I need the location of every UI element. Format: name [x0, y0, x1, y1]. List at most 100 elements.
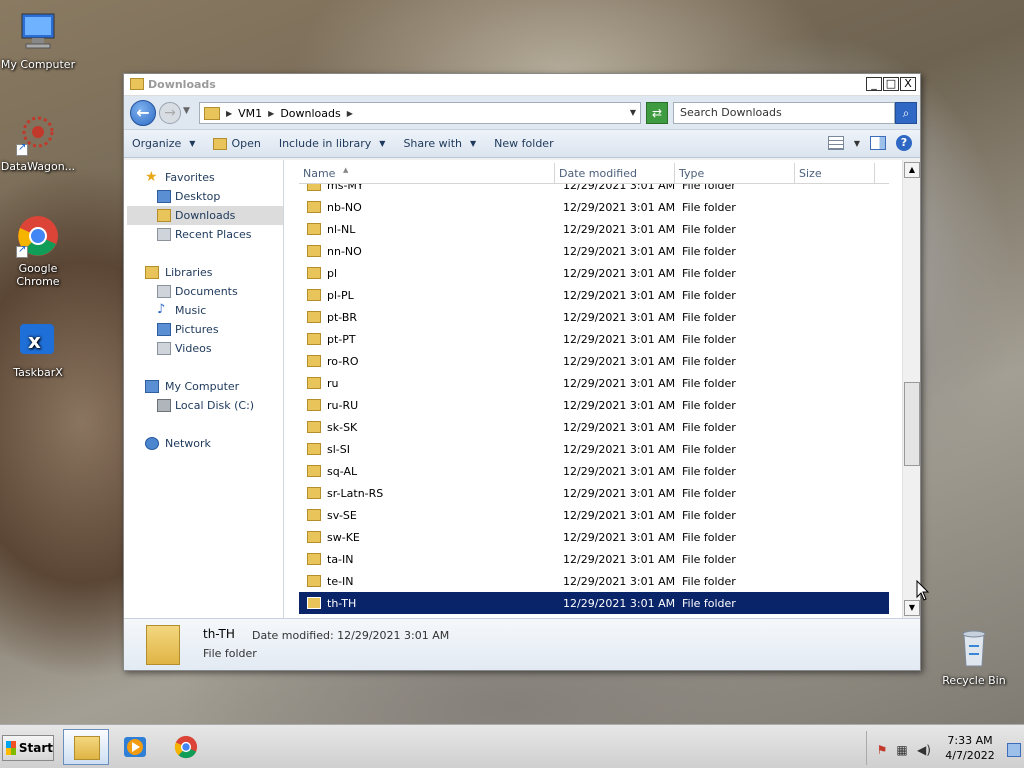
- nav-label: Recent Places: [175, 228, 252, 241]
- nav-label: My Computer: [165, 380, 240, 393]
- share-with-button[interactable]: Share with ▼: [403, 137, 476, 150]
- table-row[interactable]: ro-RO 12/29/2021 3:01 AM File folder: [299, 350, 889, 372]
- chevron-right-icon[interactable]: ▶: [268, 109, 274, 118]
- column-header-type[interactable]: Type: [675, 163, 795, 183]
- chevron-right-icon[interactable]: ▶: [347, 109, 353, 118]
- start-button[interactable]: Start: [2, 735, 54, 761]
- table-row[interactable]: ta-IN 12/29/2021 3:01 AM File folder: [299, 548, 889, 570]
- search-icon[interactable]: ⌕: [895, 102, 917, 124]
- table-row[interactable]: th-TH 12/29/2021 3:01 AM File folder: [299, 592, 889, 614]
- view-dropdown-icon[interactable]: ▼: [854, 139, 860, 148]
- nav-music[interactable]: ♪ Music: [127, 301, 283, 320]
- back-arrow-icon[interactable]: ←: [130, 100, 156, 126]
- explorer-window: Downloads _ □ X ← → ▼ ▶ VM1 ▶ Downloads …: [123, 73, 921, 671]
- table-row[interactable]: te-IN 12/29/2021 3:01 AM File folder: [299, 570, 889, 592]
- desktop-icon-google-chrome[interactable]: Google Chrome: [0, 214, 78, 288]
- desktop-icon-my-computer[interactable]: My Computer: [0, 10, 78, 71]
- table-row[interactable]: nn-NO 12/29/2021 3:01 AM File folder: [299, 240, 889, 262]
- nav-network[interactable]: Network: [127, 434, 283, 453]
- open-button[interactable]: Open: [213, 137, 261, 150]
- table-row[interactable]: pl 12/29/2021 3:01 AM File folder: [299, 262, 889, 284]
- scroll-down-icon[interactable]: ▼: [904, 600, 920, 616]
- table-row[interactable]: nl-NL 12/29/2021 3:01 AM File folder: [299, 218, 889, 240]
- address-bar[interactable]: ▶ VM1 ▶ Downloads ▶ ▼: [199, 102, 641, 124]
- nav-libraries[interactable]: Libraries: [127, 263, 283, 282]
- vertical-scrollbar[interactable]: ▲ ▼: [902, 160, 920, 618]
- share-with-label: Share with: [403, 137, 463, 150]
- search-input[interactable]: Search Downloads: [673, 102, 895, 124]
- details-type: File folder: [203, 647, 257, 660]
- forward-arrow-icon[interactable]: →: [159, 102, 181, 124]
- table-row[interactable]: sk-SK 12/29/2021 3:01 AM File folder: [299, 416, 889, 438]
- taskbar-explorer-button[interactable]: [63, 729, 109, 765]
- breadcrumb-downloads[interactable]: Downloads: [280, 107, 340, 120]
- column-header-date[interactable]: Date modified: [555, 163, 675, 183]
- shortcut-arrow-icon: [16, 142, 28, 156]
- table-row[interactable]: sr-Latn-RS 12/29/2021 3:01 AM File folder: [299, 482, 889, 504]
- minimize-button[interactable]: _: [866, 77, 882, 91]
- chrome-icon: [174, 735, 198, 759]
- disk-drive-icon: [157, 399, 171, 412]
- nav-my-computer[interactable]: My Computer: [127, 377, 283, 396]
- row-name: sq-AL: [327, 464, 358, 478]
- change-view-icon[interactable]: [827, 136, 844, 150]
- network-status-icon[interactable]: ▦: [895, 743, 909, 757]
- chevron-right-icon[interactable]: ▶: [226, 109, 232, 118]
- row-type: File folder: [682, 508, 736, 522]
- table-row[interactable]: sw-KE 12/29/2021 3:01 AM File folder: [299, 526, 889, 548]
- nav-favorites[interactable]: ★ Favorites: [127, 168, 283, 187]
- taskbar-media-player-button[interactable]: [112, 729, 158, 765]
- maximize-button[interactable]: □: [883, 77, 899, 91]
- column-header-size[interactable]: Size: [795, 163, 875, 183]
- nav-desktop[interactable]: Desktop: [127, 187, 283, 206]
- table-row[interactable]: pl-PL 12/29/2021 3:01 AM File folder: [299, 284, 889, 306]
- scroll-up-icon[interactable]: ▲: [904, 162, 920, 178]
- taskbar: Start ⚑ ▦ ◀) 7:33 AM 4/7/2022: [0, 724, 1024, 768]
- folder-icon: [307, 333, 321, 345]
- libraries-icon: [145, 266, 159, 279]
- clock[interactable]: 7:33 AM 4/7/2022: [945, 733, 995, 763]
- include-in-library-button[interactable]: Include in library ▼: [279, 137, 386, 150]
- table-row[interactable]: nb-NO 12/29/2021 3:01 AM File folder: [299, 196, 889, 218]
- help-icon[interactable]: ?: [896, 135, 912, 151]
- column-header-name[interactable]: ▲ Name: [299, 163, 555, 183]
- new-folder-button[interactable]: New folder: [494, 137, 553, 150]
- taskbar-chrome-button[interactable]: [163, 729, 209, 765]
- show-desktop-icon[interactable]: [1007, 743, 1021, 757]
- nav-recent-places[interactable]: Recent Places: [127, 225, 283, 244]
- volume-icon[interactable]: ◀): [917, 743, 931, 757]
- desktop-icon-datawagon[interactable]: DataWagon...: [0, 112, 78, 173]
- scrollbar-thumb[interactable]: [904, 382, 920, 466]
- desktop-icon-taskbarx[interactable]: x TaskbarX: [0, 318, 78, 379]
- breadcrumb-vm1[interactable]: VM1: [238, 107, 262, 120]
- folder-icon: [307, 377, 321, 389]
- nav-pictures[interactable]: Pictures: [127, 320, 283, 339]
- table-row[interactable]: ru 12/29/2021 3:01 AM File folder: [299, 372, 889, 394]
- address-dropdown-icon[interactable]: ▼: [630, 108, 636, 117]
- action-center-flag-icon[interactable]: ⚑: [875, 743, 889, 757]
- organize-button[interactable]: Organize ▼: [132, 137, 195, 150]
- nav-label: Libraries: [165, 266, 213, 279]
- table-row[interactable]: sv-SE 12/29/2021 3:01 AM File folder: [299, 504, 889, 526]
- table-row[interactable]: sl-SI 12/29/2021 3:01 AM File folder: [299, 438, 889, 460]
- desktop-icon-recycle-bin[interactable]: Recycle Bin: [934, 626, 1014, 687]
- refresh-icon[interactable]: ⇄: [646, 102, 668, 124]
- row-name: th-TH: [327, 596, 357, 610]
- preview-pane-icon[interactable]: [870, 136, 886, 150]
- table-row[interactable]: pt-PT 12/29/2021 3:01 AM File folder: [299, 328, 889, 350]
- table-row[interactable]: ru-RU 12/29/2021 3:01 AM File folder: [299, 394, 889, 416]
- close-button[interactable]: X: [900, 77, 916, 91]
- nav-local-disk[interactable]: Local Disk (C:): [127, 396, 283, 415]
- row-name: nn-NO: [327, 244, 362, 258]
- history-dropdown-icon[interactable]: ▼: [183, 106, 190, 116]
- row-date: 12/29/2021 3:01 AM: [563, 398, 676, 412]
- title-bar[interactable]: Downloads _ □ X: [124, 74, 920, 96]
- windows-logo-icon: [6, 741, 16, 755]
- desktop-icon-label: Google Chrome: [16, 262, 60, 288]
- nav-videos[interactable]: Videos: [127, 339, 283, 358]
- nav-downloads[interactable]: Downloads: [127, 206, 283, 225]
- table-row[interactable]: sq-AL 12/29/2021 3:01 AM File folder: [299, 460, 889, 482]
- folder-icon: [307, 465, 321, 477]
- table-row[interactable]: pt-BR 12/29/2021 3:01 AM File folder: [299, 306, 889, 328]
- nav-documents[interactable]: Documents: [127, 282, 283, 301]
